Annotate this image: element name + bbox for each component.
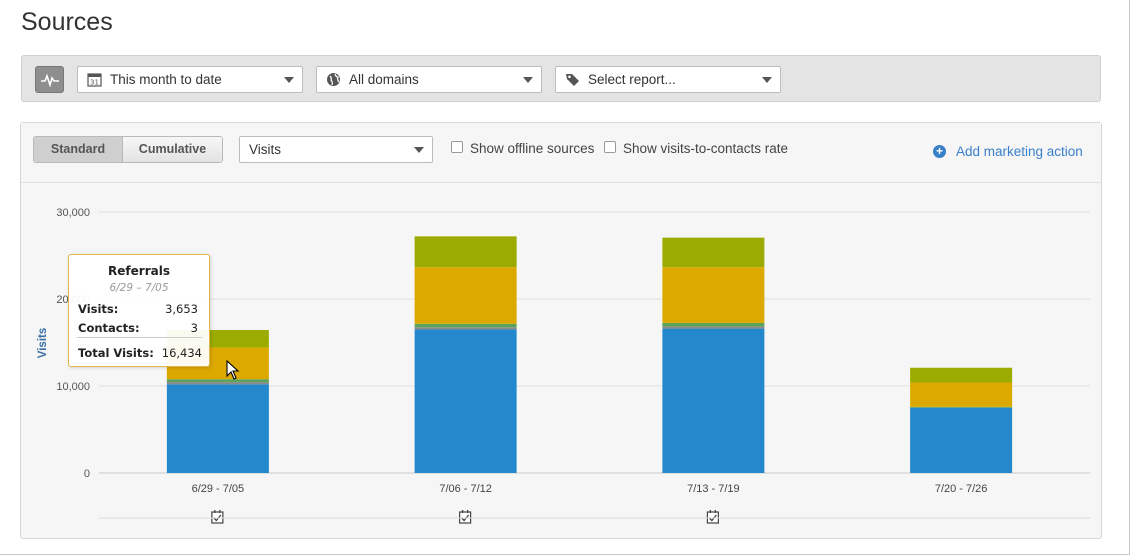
bar-segment <box>166 382 269 385</box>
bar-segment <box>166 384 269 473</box>
bar-segment <box>662 322 765 327</box>
show-rate-checkbox[interactable]: Show visits-to-contacts rate <box>604 140 789 156</box>
show-offline-label: Show offline sources <box>470 141 595 156</box>
bar-segment <box>662 237 765 268</box>
view-toggle: Standard Cumulative <box>33 136 223 163</box>
tooltip-divider <box>77 337 202 338</box>
y-tick-label: 30,000 <box>56 207 90 219</box>
svg-text:31: 31 <box>90 79 99 87</box>
cumulative-view-button[interactable]: Cumulative <box>123 137 222 162</box>
report-value: Select report... <box>588 72 676 87</box>
calendar-icon: 31 <box>87 73 102 87</box>
bar-segment <box>662 326 765 329</box>
add-marketing-action-link[interactable]: + Add marketing action <box>933 144 1083 159</box>
bar-segment <box>662 267 765 323</box>
bar-segment <box>662 328 765 473</box>
x-tick-label: 7/20 - 7/26 <box>935 483 988 495</box>
filter-toolbar: 31 This month to date All domains Select… <box>21 55 1101 102</box>
checkbox-box[interactable] <box>604 140 616 153</box>
bar-segment <box>910 406 1013 408</box>
bar-segment <box>414 329 517 473</box>
tag-icon <box>566 74 579 86</box>
calendar-check-icon <box>459 510 472 524</box>
metric-dropdown[interactable]: Visits <box>239 136 433 163</box>
calendar-check-icon <box>706 510 719 524</box>
domain-dropdown[interactable]: All domains <box>316 66 542 93</box>
pulse-icon <box>40 73 59 87</box>
y-tick-label: 10,000 <box>56 381 90 393</box>
pulse-toggle-button[interactable] <box>35 66 64 93</box>
domain-value: All domains <box>349 72 419 87</box>
show-offline-checkbox[interactable]: Show offline sources <box>451 140 595 156</box>
chevron-down-icon <box>762 77 772 83</box>
bar-segment <box>414 267 517 324</box>
bar-segment <box>414 323 517 328</box>
mouse-cursor-icon <box>226 360 240 380</box>
chart-controls: Standard Cumulative Visits Show offline … <box>21 123 1101 183</box>
bar-segment <box>910 367 1013 383</box>
plus-circle-icon: + <box>933 145 946 158</box>
bar-segment <box>910 382 1013 407</box>
bar-segment <box>910 407 1013 473</box>
bar-segment <box>414 327 517 330</box>
tooltip-total-row: Total Visits: 16,434 <box>78 346 202 360</box>
page-title: Sources <box>21 8 113 36</box>
x-tick-label: 6/29 - 7/05 <box>192 483 245 495</box>
tooltip-visits-value: 3,653 <box>165 302 198 316</box>
x-tick-label: 7/13 - 7/19 <box>687 483 740 495</box>
date-range-dropdown[interactable]: 31 This month to date <box>77 66 303 93</box>
tooltip-contacts-label: Contacts: <box>78 321 140 335</box>
tooltip-total-label: Total Visits: <box>78 346 154 360</box>
metric-value: Visits <box>249 142 282 157</box>
bar-segment <box>414 236 517 268</box>
chevron-down-icon <box>523 77 533 83</box>
tooltip-total-value: 16,434 <box>161 346 202 360</box>
tooltip-visits-label: Visits: <box>78 302 119 316</box>
add-marketing-action-label: Add marketing action <box>956 144 1083 159</box>
calendar-check-icon <box>211 510 224 524</box>
tooltip-visits-row: Visits: 3,653 <box>78 302 198 316</box>
date-range-value: This month to date <box>110 72 222 87</box>
tooltip-date-range: 6/29 – 7/05 <box>109 282 169 294</box>
y-tick-label: 0 <box>84 468 90 480</box>
chevron-down-icon <box>414 147 424 153</box>
checkbox-box[interactable] <box>451 140 463 153</box>
report-dropdown[interactable]: Select report... <box>555 66 781 93</box>
chart-tooltip: Referrals 6/29 – 7/05 Visits: 3,653 Cont… <box>68 254 210 367</box>
show-rate-label: Show visits-to-contacts rate <box>623 141 789 156</box>
standard-view-button[interactable]: Standard <box>34 137 123 162</box>
y-axis-label: Visits <box>37 328 49 358</box>
tooltip-contacts-value: 3 <box>190 321 198 335</box>
x-tick-label: 7/06 - 7/12 <box>439 483 492 495</box>
chevron-down-icon <box>284 77 294 83</box>
tooltip-contacts-row: Contacts: 3 <box>78 321 198 335</box>
globe-icon <box>327 73 340 86</box>
tooltip-title: Referrals <box>108 264 170 278</box>
bar-segment <box>166 379 269 383</box>
